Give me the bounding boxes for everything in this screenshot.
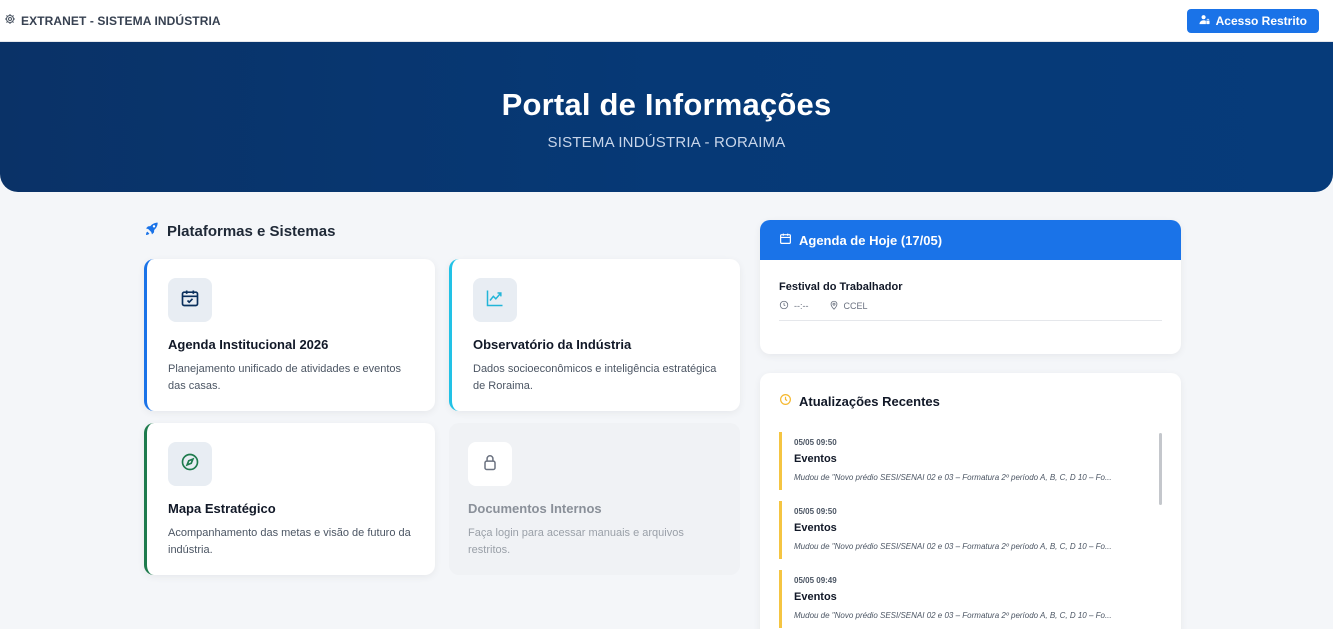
page-title: Portal de Informações [501, 87, 832, 122]
card-title: Observatório da Indústria [473, 337, 632, 352]
gear-icon [4, 13, 16, 28]
card-title: Mapa Estratégico [168, 501, 276, 516]
restricted-access-button[interactable]: Acesso Restrito [1186, 8, 1319, 33]
calendar-icon [779, 232, 792, 248]
card-description: Faça login para acessar manuais e arquiv… [468, 527, 684, 556]
card-documentos-internos: Documentos Internos Faça login para aces… [449, 423, 740, 575]
agenda-panel: Agenda de Hoje (17/05) Festival do Traba… [760, 220, 1181, 354]
card-observatorio[interactable]: Observatório da Indústria Dados socioeco… [449, 259, 740, 411]
agenda-header: Agenda de Hoje (17/05) [760, 220, 1181, 260]
update-item[interactable]: 05/05 09:49 Eventos Mudou de "Novo prédi… [779, 570, 1158, 628]
platforms-title-label: Plataformas e Sistemas [167, 222, 336, 240]
event-location: CCEL [843, 301, 868, 311]
calendar-check-icon [180, 288, 200, 313]
update-timestamp: 05/05 09:50 [794, 507, 837, 516]
card-description: Planejamento unificado de atividades e e… [168, 363, 401, 392]
restricted-access-label: Acesso Restrito [1215, 13, 1307, 28]
update-item[interactable]: 05/05 09:50 Eventos Mudou de "Novo prédi… [779, 501, 1158, 559]
user-lock-icon [1199, 14, 1210, 28]
card-agenda-institucional[interactable]: Agenda Institucional 2026 Planejamento u… [144, 259, 435, 411]
update-timestamp: 05/05 09:49 [794, 576, 837, 585]
update-description: Mudou de "Novo prédio SESI/SENAI 02 e 03… [794, 542, 1112, 551]
platforms-section-title: Plataformas e Sistemas [144, 221, 335, 241]
card-icon-box [473, 278, 517, 322]
brand-label: EXTRANET - SISTEMA INDÚSTRIA [21, 13, 221, 28]
card-description: Acompanhamento das metas e visão de futu… [168, 527, 411, 556]
hero-banner: Portal de Informações SISTEMA INDÚSTRIA … [0, 42, 1333, 192]
history-clock-icon [779, 393, 792, 409]
agenda-title: Agenda de Hoje (17/05) [799, 232, 943, 248]
update-description: Mudou de "Novo prédio SESI/SENAI 02 e 03… [794, 473, 1112, 482]
update-title: Eventos [794, 453, 837, 465]
updates-header: Atualizações Recentes [760, 373, 1181, 409]
agenda-event[interactable]: Festival do Trabalhador --:-- CCEL [779, 281, 1162, 321]
event-time: --:-- [794, 301, 809, 311]
card-description: Dados socioeconômicos e inteligência est… [473, 363, 717, 392]
update-title: Eventos [794, 522, 837, 534]
card-icon-box [168, 442, 212, 486]
lock-icon [480, 452, 500, 477]
location-pin-icon [829, 300, 839, 312]
updates-list[interactable]: 05/05 09:50 Eventos Mudou de "Novo prédi… [779, 432, 1158, 629]
updates-title: Atualizações Recentes [799, 393, 940, 409]
card-title: Documentos Internos [468, 501, 602, 516]
updates-panel: Atualizações Recentes 05/05 09:50 Evento… [760, 373, 1181, 629]
card-title: Agenda Institucional 2026 [168, 337, 329, 352]
top-bar: EXTRANET - SISTEMA INDÚSTRIA Acesso Rest… [0, 0, 1333, 42]
brand[interactable]: EXTRANET - SISTEMA INDÚSTRIA [4, 13, 221, 28]
event-meta: --:-- CCEL [779, 300, 1162, 312]
page-subtitle: SISTEMA INDÚSTRIA - RORAIMA [547, 134, 786, 151]
update-timestamp: 05/05 09:50 [794, 438, 837, 447]
rocket-icon [144, 221, 160, 241]
event-title: Festival do Trabalhador [779, 281, 903, 293]
clock-icon [779, 300, 789, 312]
update-item[interactable]: 05/05 09:50 Eventos Mudou de "Novo prédi… [779, 432, 1158, 490]
card-mapa-estrategico[interactable]: Mapa Estratégico Acompanhamento das meta… [144, 423, 435, 575]
card-icon-box [468, 442, 512, 486]
update-title: Eventos [794, 591, 837, 603]
chart-line-icon [485, 288, 505, 313]
compass-icon [180, 452, 200, 477]
update-description: Mudou de "Novo prédio SESI/SENAI 02 e 03… [794, 611, 1112, 620]
card-icon-box [168, 278, 212, 322]
updates-scrollbar[interactable] [1159, 433, 1162, 505]
